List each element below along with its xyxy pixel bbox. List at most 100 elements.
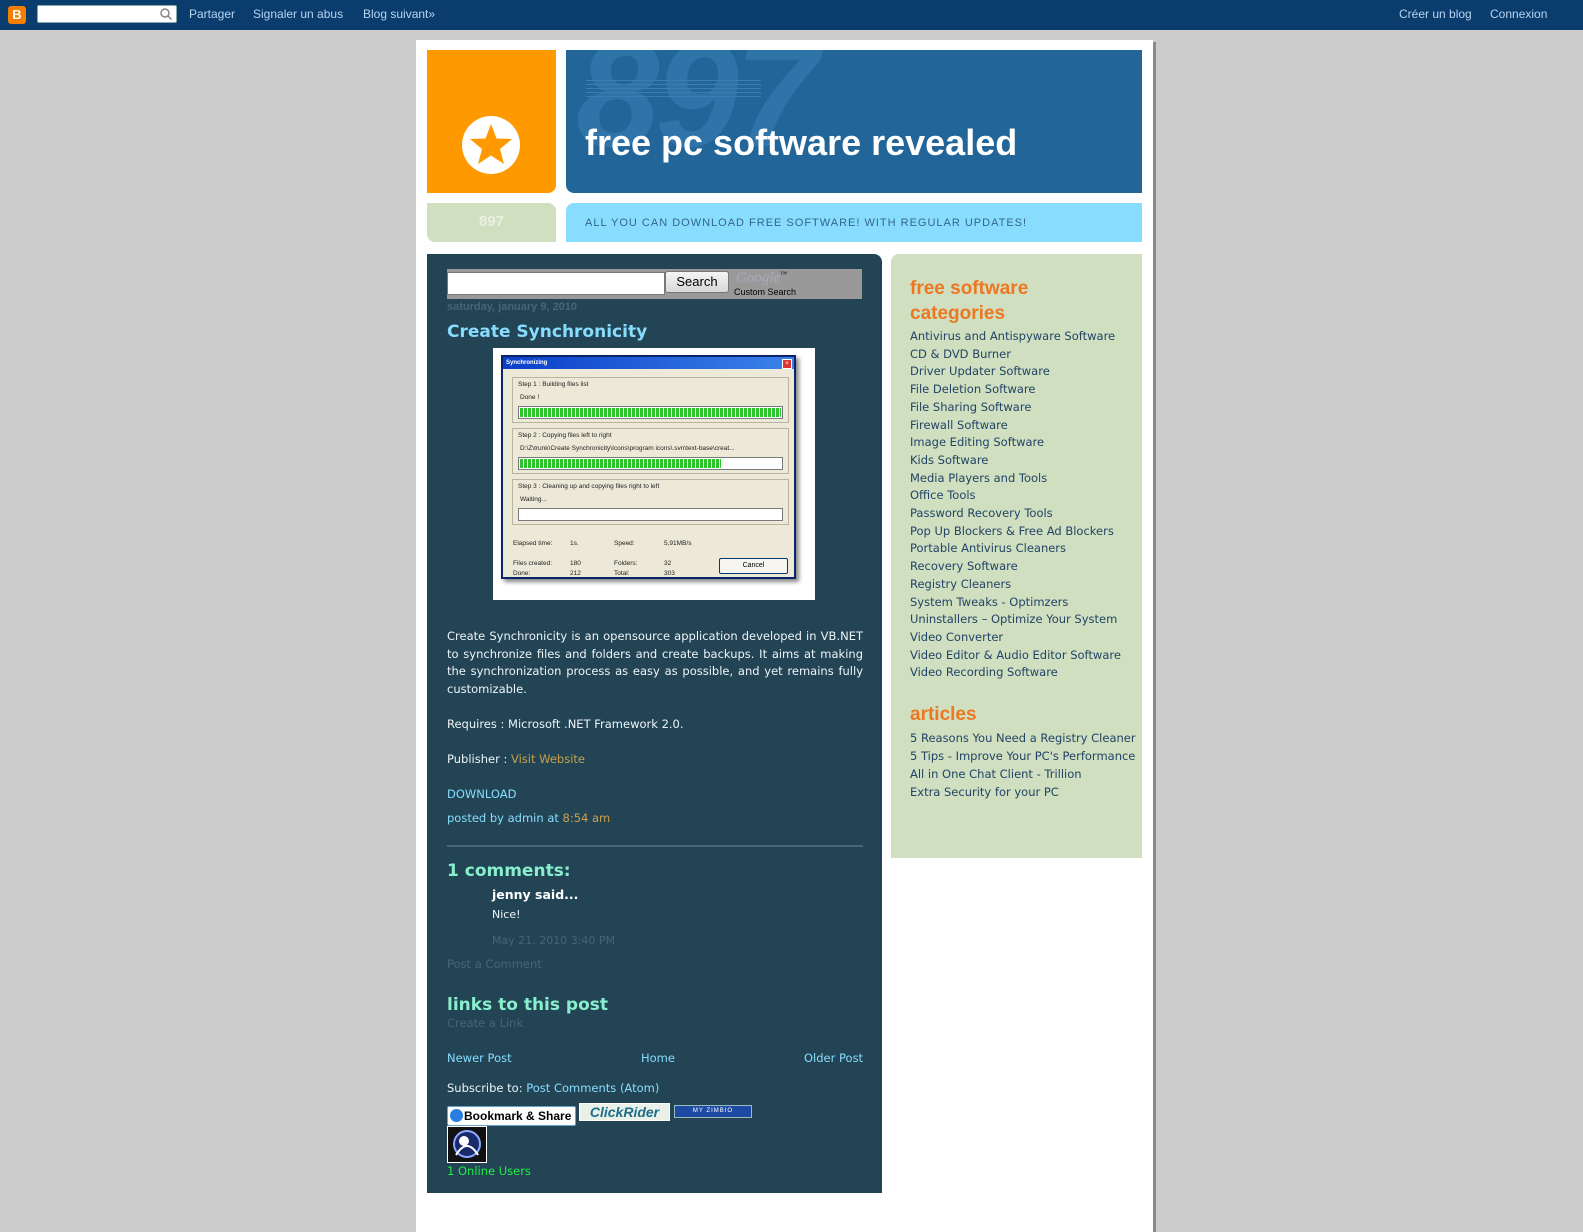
custom-search-label: Custom Search: [734, 287, 797, 297]
google-custom-search: Search Google™ Custom Search: [447, 269, 862, 299]
share-link[interactable]: Partager: [189, 7, 235, 21]
step2-status: D:\Z\trunk\Create Synchronicity\Icons\pr…: [520, 445, 735, 452]
post-footer: posted by admin at 8:54 am: [447, 810, 863, 828]
elapsed-label: Elapsed time:: [513, 540, 553, 547]
create-link[interactable]: Create a Link: [447, 1016, 523, 1030]
category-item[interactable]: Uninstallers – Optimize Your System: [910, 611, 1121, 629]
category-item[interactable]: Video Editor & Audio Editor Software: [910, 647, 1121, 665]
article-item[interactable]: Extra Security for your PC: [910, 785, 1140, 800]
blog-logo: [427, 50, 556, 193]
star-icon: [462, 116, 520, 174]
category-item[interactable]: Driver Updater Software: [910, 363, 1121, 381]
categories-list: Antivirus and Antispyware Software CD & D…: [910, 328, 1121, 682]
clickrider-badge[interactable]: ClickRider: [579, 1103, 670, 1121]
step1-label: Step 1 : Building files list: [518, 381, 589, 388]
post-time-link[interactable]: 8:54 am: [563, 811, 611, 825]
post-download: DOWNLOAD: [447, 786, 863, 804]
post-screenshot[interactable]: Synchronizing × Step 1 : Building files …: [493, 348, 815, 600]
blog-header: 897 free pc software revealed: [566, 50, 1142, 193]
publisher-label: Publisher :: [447, 752, 511, 766]
done-label: Done:: [513, 570, 531, 577]
comments-heading: 1 comments:: [447, 861, 571, 881]
category-item[interactable]: Portable Antivirus Cleaners: [910, 540, 1121, 558]
post-body: Create Synchronicity is an opensource ap…: [447, 629, 863, 697]
next-blog-link[interactable]: Blog suivant»: [363, 7, 435, 21]
google-logo: Google™: [736, 270, 787, 287]
category-item[interactable]: Firewall Software: [910, 417, 1121, 435]
category-item[interactable]: Antivirus and Antispyware Software: [910, 328, 1121, 346]
category-item[interactable]: Kids Software: [910, 452, 1121, 470]
sign-in-link[interactable]: Connexion: [1490, 7, 1547, 21]
step3-group: Step 3 : Cleaning up and copying files r…: [512, 479, 789, 525]
atom-feed-link[interactable]: Post Comments (Atom): [526, 1081, 659, 1095]
comment-text: Nice!: [492, 908, 521, 921]
posted-by-text: posted by admin at: [447, 811, 563, 825]
blogger-logo-icon[interactable]: B: [8, 6, 26, 24]
step3-label: Step 3 : Cleaning up and copying files r…: [518, 483, 660, 490]
divider: [447, 845, 863, 847]
step1-progress-bar: [518, 406, 783, 419]
visit-website-link[interactable]: Visit Website: [511, 752, 585, 766]
backlinks-heading: links to this post: [447, 995, 609, 1015]
category-item[interactable]: Office Tools: [910, 487, 1121, 505]
category-item[interactable]: File Deletion Software: [910, 381, 1121, 399]
older-post-link[interactable]: Older Post: [804, 1051, 863, 1065]
category-item[interactable]: CD & DVD Burner: [910, 346, 1121, 364]
bookmark-share-button[interactable]: Bookmark & Share: [447, 1106, 576, 1126]
article-item[interactable]: 5 Reasons You Need a Registry Cleaner: [910, 731, 1140, 746]
bookmark-label: Bookmark & Share: [464, 1109, 572, 1123]
step2-progress-bar: [518, 457, 783, 470]
category-item[interactable]: Registry Cleaners: [910, 576, 1121, 594]
speed-label: Speed:: [614, 540, 635, 547]
category-item[interactable]: Video Recording Software: [910, 664, 1121, 682]
post-date: saturday, january 9, 2010: [447, 301, 578, 313]
elapsed-value: 1s.: [570, 540, 579, 547]
step1-status: Done !: [520, 394, 540, 401]
report-abuse-link[interactable]: Signaler un abus: [253, 7, 343, 21]
category-item[interactable]: Media Players and Tools: [910, 470, 1121, 488]
total-value: 303: [664, 570, 675, 577]
category-item[interactable]: Image Editing Software: [910, 434, 1121, 452]
search-input[interactable]: [447, 272, 665, 295]
step1-progress-fill: [520, 408, 781, 417]
page-shadow: [1153, 42, 1156, 1232]
newer-post-link[interactable]: Newer Post: [447, 1051, 512, 1065]
header-decoration: [586, 80, 761, 100]
download-link[interactable]: DOWNLOAD: [447, 787, 516, 801]
step2-progress-fill: [520, 459, 721, 468]
zimbio-badge[interactable]: MY ZIMBIO: [674, 1105, 752, 1118]
main-column: Search Google™ Custom Search saturday, j…: [427, 254, 882, 1193]
blog-title[interactable]: free pc software revealed: [585, 122, 1017, 164]
category-item[interactable]: Recovery Software: [910, 558, 1121, 576]
subscribe-label: Subscribe to:: [447, 1081, 527, 1095]
navbar-search-input[interactable]: [37, 5, 177, 23]
search-button[interactable]: Search: [665, 271, 729, 293]
create-blog-link[interactable]: Créer un blog: [1399, 7, 1472, 21]
category-item[interactable]: Pop Up Blockers & Free Ad Blockers: [910, 523, 1121, 541]
category-item[interactable]: System Tweaks - Optimzers: [910, 594, 1121, 612]
step2-label: Step 2 : Copying files left to right: [518, 432, 612, 439]
sync-dialog: Synchronizing × Step 1 : Building files …: [501, 355, 796, 579]
post-title[interactable]: Create Synchronicity: [447, 322, 647, 342]
category-item[interactable]: File Sharing Software: [910, 399, 1121, 417]
category-item[interactable]: Password Recovery Tools: [910, 505, 1121, 523]
close-icon: ×: [782, 359, 792, 369]
post-comment-link[interactable]: Post a Comment: [447, 957, 542, 971]
category-item[interactable]: Video Converter: [910, 629, 1121, 647]
dialog-title: Synchronizing: [503, 357, 794, 369]
post-count-badge: 897: [427, 203, 556, 242]
speed-value: 5,91MB/s: [664, 540, 692, 547]
article-item[interactable]: 5 Tips - Improve Your PC's Performance: [910, 749, 1140, 764]
online-users-icon[interactable]: [447, 1126, 487, 1163]
step3-progress-bar: [518, 508, 783, 521]
home-link[interactable]: Home: [641, 1051, 675, 1065]
comment-timestamp[interactable]: May 21, 2010 3:40 PM: [492, 934, 615, 947]
search-icon[interactable]: [159, 7, 173, 21]
online-users-count[interactable]: 1 Online Users: [447, 1164, 531, 1178]
folders-value: 32: [664, 560, 672, 567]
badge-number: 897: [478, 213, 505, 230]
step1-group: Step 1 : Building files list Done !: [512, 377, 789, 423]
blog-description: ALL YOU CAN DOWNLOAD FREE SOFTWARE! WITH…: [585, 217, 1028, 229]
article-item[interactable]: All in One Chat Client - Trillion: [910, 767, 1140, 782]
share-icon: [450, 1109, 463, 1122]
